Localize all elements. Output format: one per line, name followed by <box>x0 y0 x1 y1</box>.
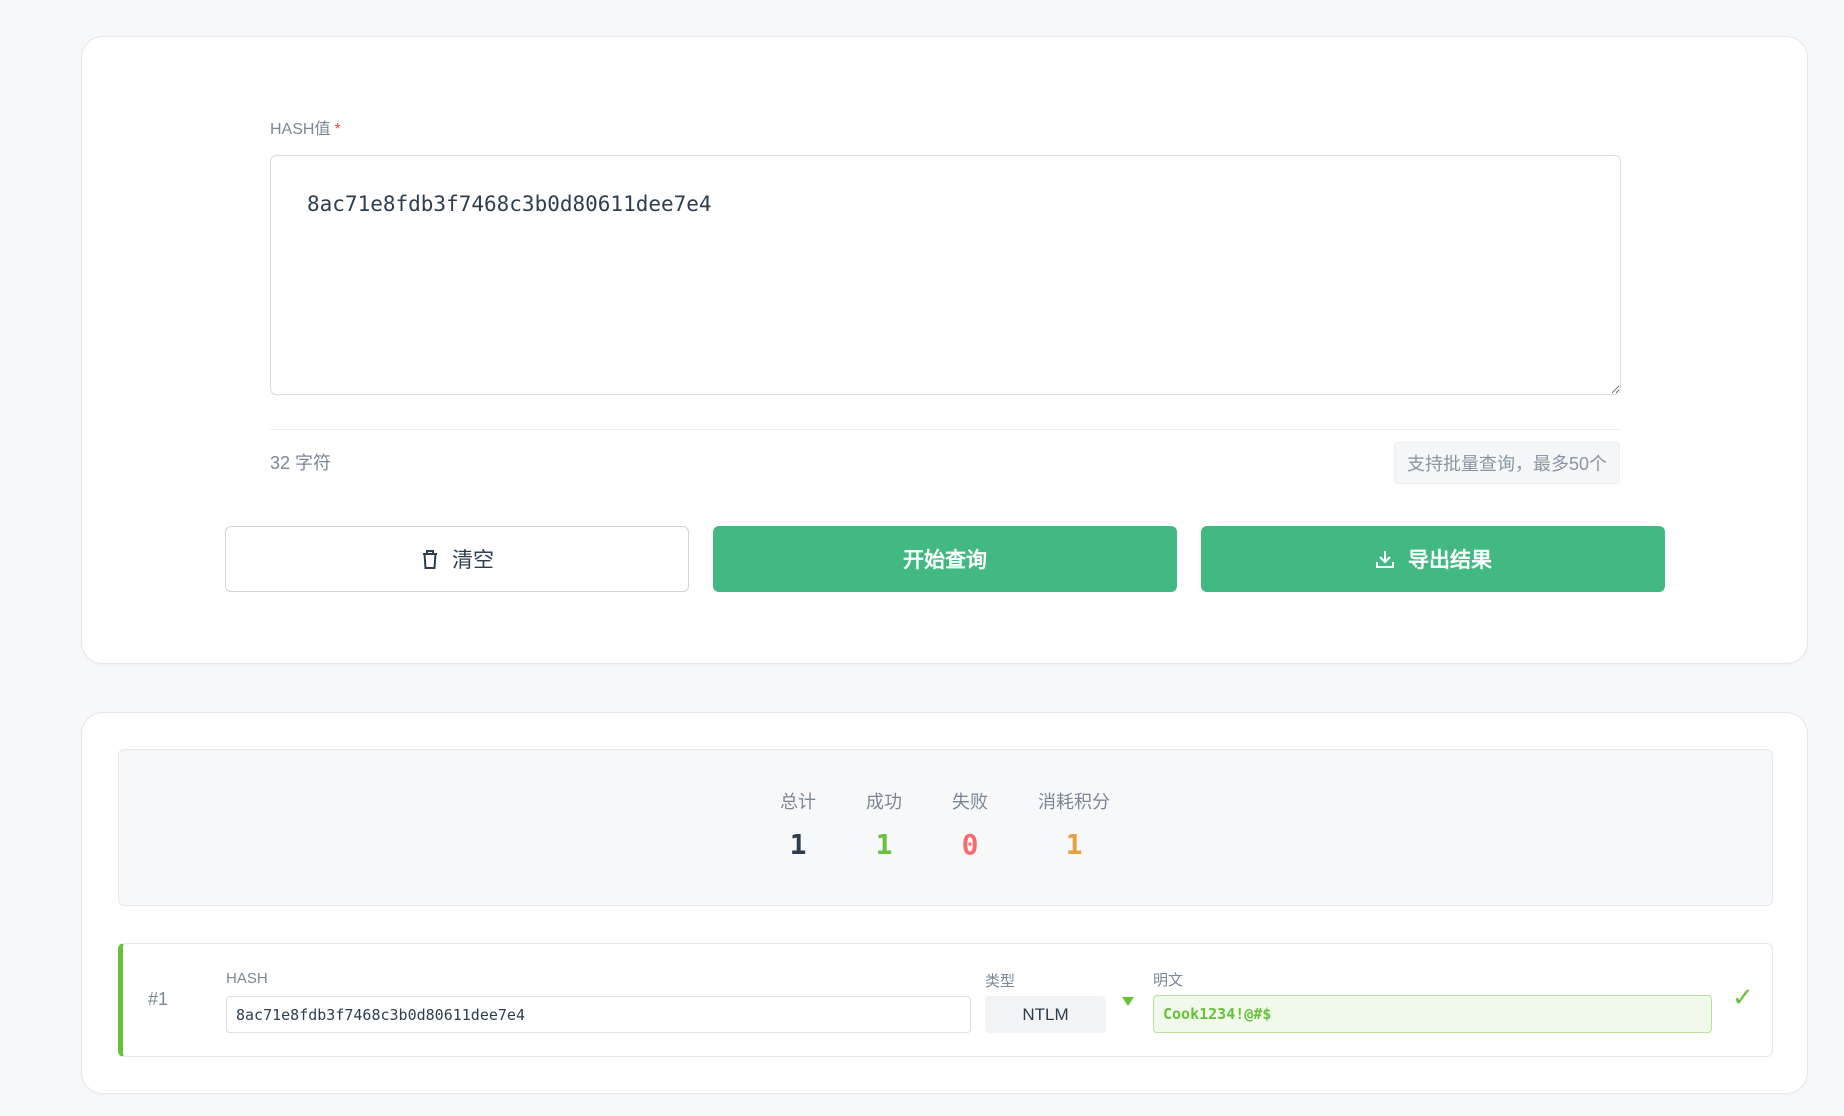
stats-summary: 总计 1 成功 1 失败 0 消耗积分 1 <box>118 749 1773 906</box>
hash-field-label: HASH值 * <box>270 115 341 139</box>
stat-success-value: 1 <box>875 828 893 861</box>
char-count: 32 字符 <box>270 453 332 473</box>
clear-button-label: 清空 <box>452 549 494 572</box>
batch-hint-badge: 支持批量查询，最多50个 <box>1393 442 1620 484</box>
hash-type-select[interactable]: NTLM <box>985 996 1106 1033</box>
download-icon <box>1374 548 1396 570</box>
export-results-button[interactable]: 导出结果 <box>1201 526 1665 592</box>
stat-failed-label: 失败 <box>952 792 988 812</box>
result-hash-field[interactable] <box>226 996 971 1033</box>
hash-label-text: HASH值 <box>270 121 331 138</box>
stat-credits: 消耗积分 1 <box>1038 788 1110 861</box>
start-query-button[interactable]: 开始查询 <box>713 526 1177 592</box>
stat-failed-value: 0 <box>961 828 979 861</box>
stat-success: 成功 1 <box>866 788 902 861</box>
hash-input[interactable]: 8ac71e8fdb3f7468c3b0d80611dee7e4 <box>270 155 1621 395</box>
stat-total-label: 总计 <box>780 792 816 812</box>
export-button-label: 导出结果 <box>1408 549 1492 572</box>
query-card: HASH值 * 8ac71e8fdb3f7468c3b0d80611dee7e4 … <box>81 36 1808 664</box>
caret-down-icon[interactable] <box>1122 997 1134 1006</box>
required-mark: * <box>334 121 341 138</box>
results-card: 总计 1 成功 1 失败 0 消耗积分 1 #1 HASH 类型 NTLM 明文… <box>81 712 1808 1094</box>
check-icon: ✓ <box>1732 982 1754 1012</box>
result-index: #1 <box>148 989 169 1009</box>
stat-total-value: 1 <box>789 828 807 861</box>
stat-credits-label: 消耗积分 <box>1038 792 1110 812</box>
result-type-label: 类型 <box>985 973 1016 990</box>
hash-type-value: NTLM <box>1022 1004 1069 1024</box>
divider <box>270 429 1621 430</box>
stat-credits-value: 1 <box>1065 828 1083 861</box>
stat-failed: 失败 0 <box>952 788 988 861</box>
clear-button[interactable]: 清空 <box>225 526 689 592</box>
trash-icon <box>420 548 440 570</box>
result-row: #1 HASH 类型 NTLM 明文 ✓ <box>118 943 1773 1057</box>
result-plaintext-field[interactable] <box>1153 995 1712 1033</box>
stat-success-label: 成功 <box>866 792 902 812</box>
result-hash-label: HASH <box>226 970 268 987</box>
stat-total: 总计 1 <box>780 788 816 861</box>
start-query-button-label: 开始查询 <box>903 549 987 572</box>
result-plain-label: 明文 <box>1153 972 1184 989</box>
